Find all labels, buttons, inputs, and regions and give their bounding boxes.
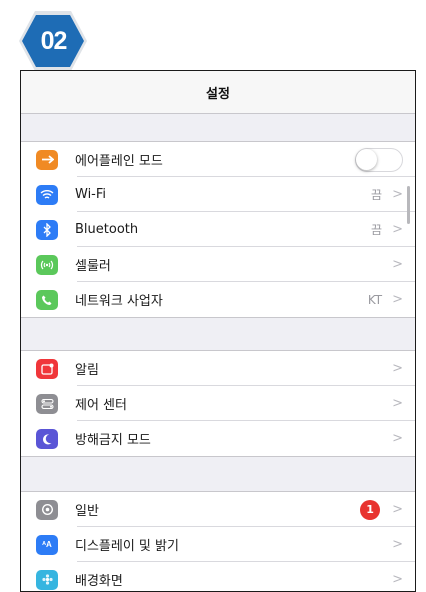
settings-row-cellular[interactable]: 셀룰러 > (21, 247, 415, 282)
control-center-icon (36, 393, 58, 414)
notifications-label: 알림 (75, 363, 99, 378)
chevron-right-icon: > (392, 222, 403, 237)
airplane-mode-toggle[interactable] (355, 147, 403, 172)
section-spacer (21, 114, 415, 142)
chevron-right-icon: > (392, 431, 403, 446)
settings-row-bluetooth[interactable]: Bluetooth 끔 > (21, 212, 415, 247)
bluetooth-status: 끔 (371, 223, 383, 237)
settings-group-connectivity: 에어플레인 모드 Wi-Fi 끔 > Bluetooth 끔 > 셀룰러 > 네… (21, 142, 415, 318)
toggle-knob (356, 148, 377, 170)
settings-row-carrier[interactable]: 네트워크 사업자 KT > (21, 282, 415, 317)
step-number: 02 (40, 26, 68, 55)
chevron-right-icon: > (392, 292, 403, 307)
section-spacer (21, 318, 415, 351)
section-spacer (21, 457, 415, 492)
do-not-disturb-label: 방해금지 모드 (75, 433, 151, 448)
notification-icon (36, 358, 58, 379)
carrier-label: 네트워크 사업자 (75, 294, 163, 309)
settings-group-notifications: 알림 > 제어 센터 > 방해금지 모드 > (21, 351, 415, 457)
chevron-right-icon: > (392, 257, 403, 272)
wallpaper-icon (36, 569, 58, 590)
bluetooth-icon (36, 219, 58, 240)
phone-screen: 설정 에어플레인 모드 Wi-Fi 끔 > Bluetooth 끔 > 셀룰러 … (20, 70, 416, 592)
moon-icon (36, 428, 58, 449)
navigation-bar: 설정 (21, 71, 415, 114)
scrollbar[interactable] (407, 186, 410, 224)
settings-row-do-not-disturb[interactable]: 방해금지 모드 > (21, 421, 415, 456)
settings-group-general: 일반 1 > ᴬA 디스플레이 및 밝기 > 배경화면 > (21, 492, 415, 591)
chevron-right-icon: > (392, 502, 403, 517)
wifi-label: Wi-Fi (75, 187, 107, 202)
step-badge: 02 (18, 10, 88, 72)
settings-row-display-brightness[interactable]: ᴬA 디스플레이 및 밝기 > (21, 527, 415, 562)
chevron-right-icon: > (392, 396, 403, 411)
wifi-status: 끔 (371, 188, 383, 202)
settings-row-control-center[interactable]: 제어 센터 > (21, 386, 415, 421)
page-title: 설정 (206, 86, 230, 102)
display-brightness-label: 디스플레이 및 밝기 (75, 539, 179, 554)
settings-row-general[interactable]: 일반 1 > (21, 492, 415, 527)
settings-row-wifi[interactable]: Wi-Fi 끔 > (21, 177, 415, 212)
general-label: 일반 (75, 504, 99, 519)
wifi-icon (36, 184, 58, 205)
settings-row-airplane-mode[interactable]: 에어플레인 모드 (21, 142, 415, 177)
notification-badge: 1 (360, 499, 381, 520)
settings-row-notifications[interactable]: 알림 > (21, 351, 415, 386)
cellular-icon (36, 254, 58, 275)
settings-row-wallpaper[interactable]: 배경화면 > (21, 562, 415, 591)
carrier-name: KT (367, 292, 383, 307)
airplane-icon (36, 149, 58, 170)
wallpaper-label: 배경화면 (75, 574, 123, 589)
chevron-right-icon: > (392, 361, 403, 376)
cellular-label: 셀룰러 (75, 259, 111, 274)
airplane-mode-label: 에어플레인 모드 (75, 154, 163, 169)
chevron-right-icon: > (392, 537, 403, 552)
chevron-right-icon: > (392, 187, 403, 202)
gear-icon (36, 499, 58, 520)
control-center-label: 제어 센터 (75, 398, 127, 413)
display-icon: ᴬA (36, 534, 58, 555)
phone-icon (36, 289, 58, 310)
bluetooth-label: Bluetooth (75, 222, 139, 237)
